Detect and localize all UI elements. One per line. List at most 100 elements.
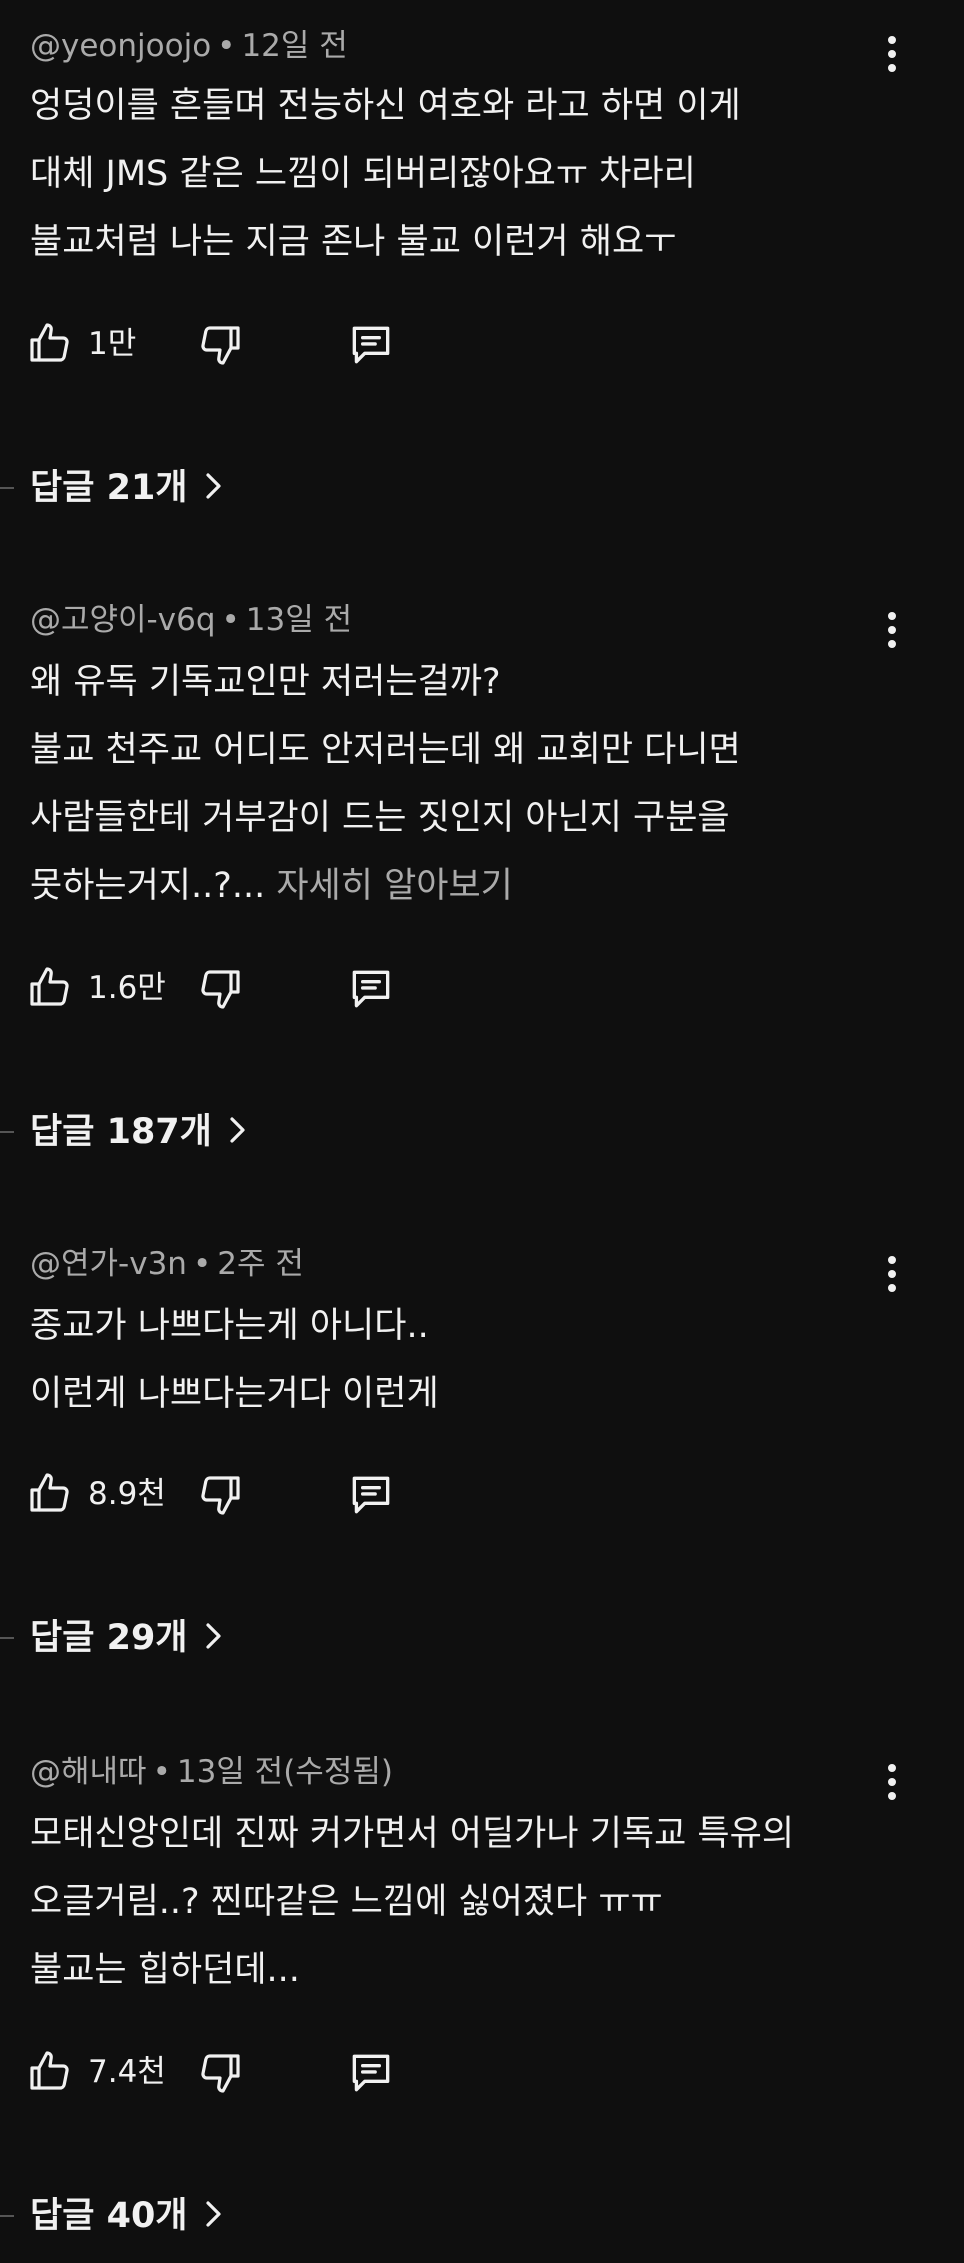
thread-line bbox=[0, 1131, 14, 1133]
comment-time[interactable]: 13일 전(수정됨) bbox=[177, 1754, 393, 1790]
comment-line: 모태신앙인데 진짜 커가면서 어딜가나 기독교 특유의 bbox=[30, 1814, 795, 1854]
reply-button[interactable] bbox=[346, 2048, 396, 2098]
replies-toggle[interactable]: 답글 29개 bbox=[0, 1608, 400, 1668]
comment-line: 대체 JMS 같은 느낌이 되버리잖아요ㅠ 차라리 bbox=[30, 154, 696, 194]
comment-text: 엉덩이를 흔들며 전능하신 여호와 라고 하면 이게 대체 JMS 같은 느낌이… bbox=[30, 72, 890, 276]
more-vert-icon bbox=[888, 1764, 896, 1772]
chevron-right-icon bbox=[226, 1115, 248, 1145]
thumbs-up-icon bbox=[30, 967, 69, 1006]
more-dot bbox=[888, 1284, 896, 1292]
replies-toggle[interactable]: 답글 40개 bbox=[0, 2186, 400, 2246]
comment-icon bbox=[352, 326, 390, 364]
replies-toggle[interactable]: 답글 21개 bbox=[0, 458, 400, 518]
chevron-right-icon bbox=[202, 1621, 224, 1651]
comment-meta: @고양이-v6q • 13일 전 bbox=[30, 600, 352, 640]
more-options-button[interactable] bbox=[868, 1758, 916, 1806]
thread-line bbox=[0, 1637, 14, 1639]
thumbs-down-icon bbox=[201, 326, 240, 365]
meta-separator: • bbox=[217, 28, 236, 64]
replies-label-wrap: 답글 187개 bbox=[30, 1108, 248, 1156]
more-dot bbox=[888, 626, 896, 634]
comment-text: 종교가 나쁘다는게 아니다.. 이런게 나쁘다는거다 이런게 bbox=[30, 1292, 890, 1428]
like-count: 1만 bbox=[88, 326, 137, 362]
comment-actions: 1만 bbox=[0, 316, 964, 372]
comment-meta: @해내따 • 13일 전(수정됨) bbox=[30, 1752, 393, 1792]
comment-author[interactable]: @yeonjoojo bbox=[30, 28, 211, 64]
more-options-button[interactable] bbox=[868, 30, 916, 78]
dislike-button[interactable] bbox=[196, 320, 244, 368]
more-dot bbox=[888, 640, 896, 648]
replies-label-wrap: 답글 40개 bbox=[30, 2192, 224, 2240]
comment-meta: @연가-v3n • 2주 전 bbox=[30, 1244, 304, 1284]
dislike-button[interactable] bbox=[196, 964, 244, 1012]
replies-count-label: 답글 187개 bbox=[30, 1112, 212, 1152]
replies-label-wrap: 답글 29개 bbox=[30, 1614, 224, 1662]
more-vert-icon bbox=[888, 612, 896, 620]
comment-time[interactable]: 2주 전 bbox=[217, 1246, 304, 1282]
replies-toggle[interactable]: 답글 187개 bbox=[0, 1102, 400, 1162]
comment-author[interactable]: @연가-v3n bbox=[30, 1246, 187, 1282]
comment-text: 모태신앙인데 진짜 커가면서 어딜가나 기독교 특유의 오글거림..? 찐따같은… bbox=[30, 1800, 890, 2004]
comment-author[interactable]: @고양이-v6q bbox=[30, 602, 216, 638]
meta-separator: • bbox=[152, 1754, 171, 1790]
replies-count-label: 답글 29개 bbox=[30, 1618, 188, 1658]
reply-button[interactable] bbox=[346, 320, 396, 370]
meta-separator: • bbox=[221, 602, 240, 638]
thread-line bbox=[0, 2215, 14, 2217]
comment-line: 왜 유독 기독교인만 저러는걸까? bbox=[30, 662, 501, 702]
comment-line: 이런게 나쁘다는거다 이런게 bbox=[30, 1374, 439, 1414]
more-options-button[interactable] bbox=[868, 1250, 916, 1298]
thumbs-up-icon bbox=[30, 2051, 69, 2090]
comment-actions: 1.6만 bbox=[0, 960, 964, 1016]
thumbs-down-icon bbox=[201, 2054, 240, 2093]
thumbs-down-icon bbox=[201, 970, 240, 1009]
see-more-link[interactable]: 자세히 알아보기 bbox=[276, 866, 513, 906]
comment-icon bbox=[352, 2054, 390, 2092]
like-count: 8.9천 bbox=[88, 1476, 166, 1512]
replies-label-wrap: 답글 21개 bbox=[30, 464, 224, 512]
more-dot bbox=[888, 1270, 896, 1278]
like-count: 7.4천 bbox=[88, 2054, 166, 2090]
dislike-button[interactable] bbox=[196, 2048, 244, 2096]
comment-time[interactable]: 13일 전 bbox=[246, 602, 352, 638]
comment-line-text: 못하는거지..?... bbox=[30, 866, 266, 906]
replies-count-label: 답글 40개 bbox=[30, 2196, 188, 2236]
comment-line: 불교처럼 나는 지금 존나 불교 이런거 해요ㅜ bbox=[30, 222, 677, 262]
comment-actions: 7.4천 bbox=[0, 2044, 964, 2100]
dislike-button[interactable] bbox=[196, 1470, 244, 1518]
comment-line: 종교가 나쁘다는게 아니다.. bbox=[30, 1306, 429, 1346]
replies-count-label: 답글 21개 bbox=[30, 468, 188, 508]
comment-actions: 8.9천 bbox=[0, 1466, 964, 1522]
more-dot bbox=[888, 1792, 896, 1800]
chevron-right-icon bbox=[202, 2199, 224, 2229]
chevron-right-icon bbox=[202, 471, 224, 501]
comment-line: 엉덩이를 흔들며 전능하신 여호와 라고 하면 이게 bbox=[30, 86, 741, 126]
like-button[interactable] bbox=[26, 320, 74, 368]
comment-line: 불교 천주교 어디도 안저러는데 왜 교회만 다니면 bbox=[30, 730, 741, 770]
comment-time[interactable]: 12일 전 bbox=[241, 28, 347, 64]
more-vert-icon bbox=[888, 36, 896, 44]
comment-line: 불교는 힙하던데... bbox=[30, 1950, 300, 1990]
like-button[interactable] bbox=[26, 1470, 74, 1518]
more-options-button[interactable] bbox=[868, 606, 916, 654]
meta-separator: • bbox=[192, 1246, 212, 1282]
more-dot bbox=[888, 50, 896, 58]
comment-line: 오글거림..? 찐따같은 느낌에 싫어졌다 ㅠㅠ bbox=[30, 1882, 663, 1922]
like-button[interactable] bbox=[26, 964, 74, 1012]
reply-button[interactable] bbox=[346, 1470, 396, 1520]
thumbs-down-icon bbox=[201, 1476, 240, 1515]
reply-button[interactable] bbox=[346, 964, 396, 1014]
like-count: 1.6만 bbox=[88, 970, 166, 1006]
comment-line: 사람들한테 거부감이 드는 짓인지 아닌지 구분을 bbox=[30, 798, 730, 838]
more-vert-icon bbox=[888, 1256, 896, 1264]
comment-icon bbox=[352, 970, 390, 1008]
more-dot bbox=[888, 1778, 896, 1786]
thread-line bbox=[0, 487, 14, 489]
comment-meta: @yeonjoojo • 12일 전 bbox=[30, 26, 348, 66]
like-button[interactable] bbox=[26, 2048, 74, 2096]
comment-author[interactable]: @해내따 bbox=[30, 1754, 147, 1790]
thumbs-up-icon bbox=[30, 1473, 69, 1512]
more-dot bbox=[888, 64, 896, 72]
comment-text: 왜 유독 기독교인만 저러는걸까? 불교 천주교 어디도 안저러는데 왜 교회만… bbox=[30, 648, 890, 920]
comment-icon bbox=[352, 1476, 390, 1514]
